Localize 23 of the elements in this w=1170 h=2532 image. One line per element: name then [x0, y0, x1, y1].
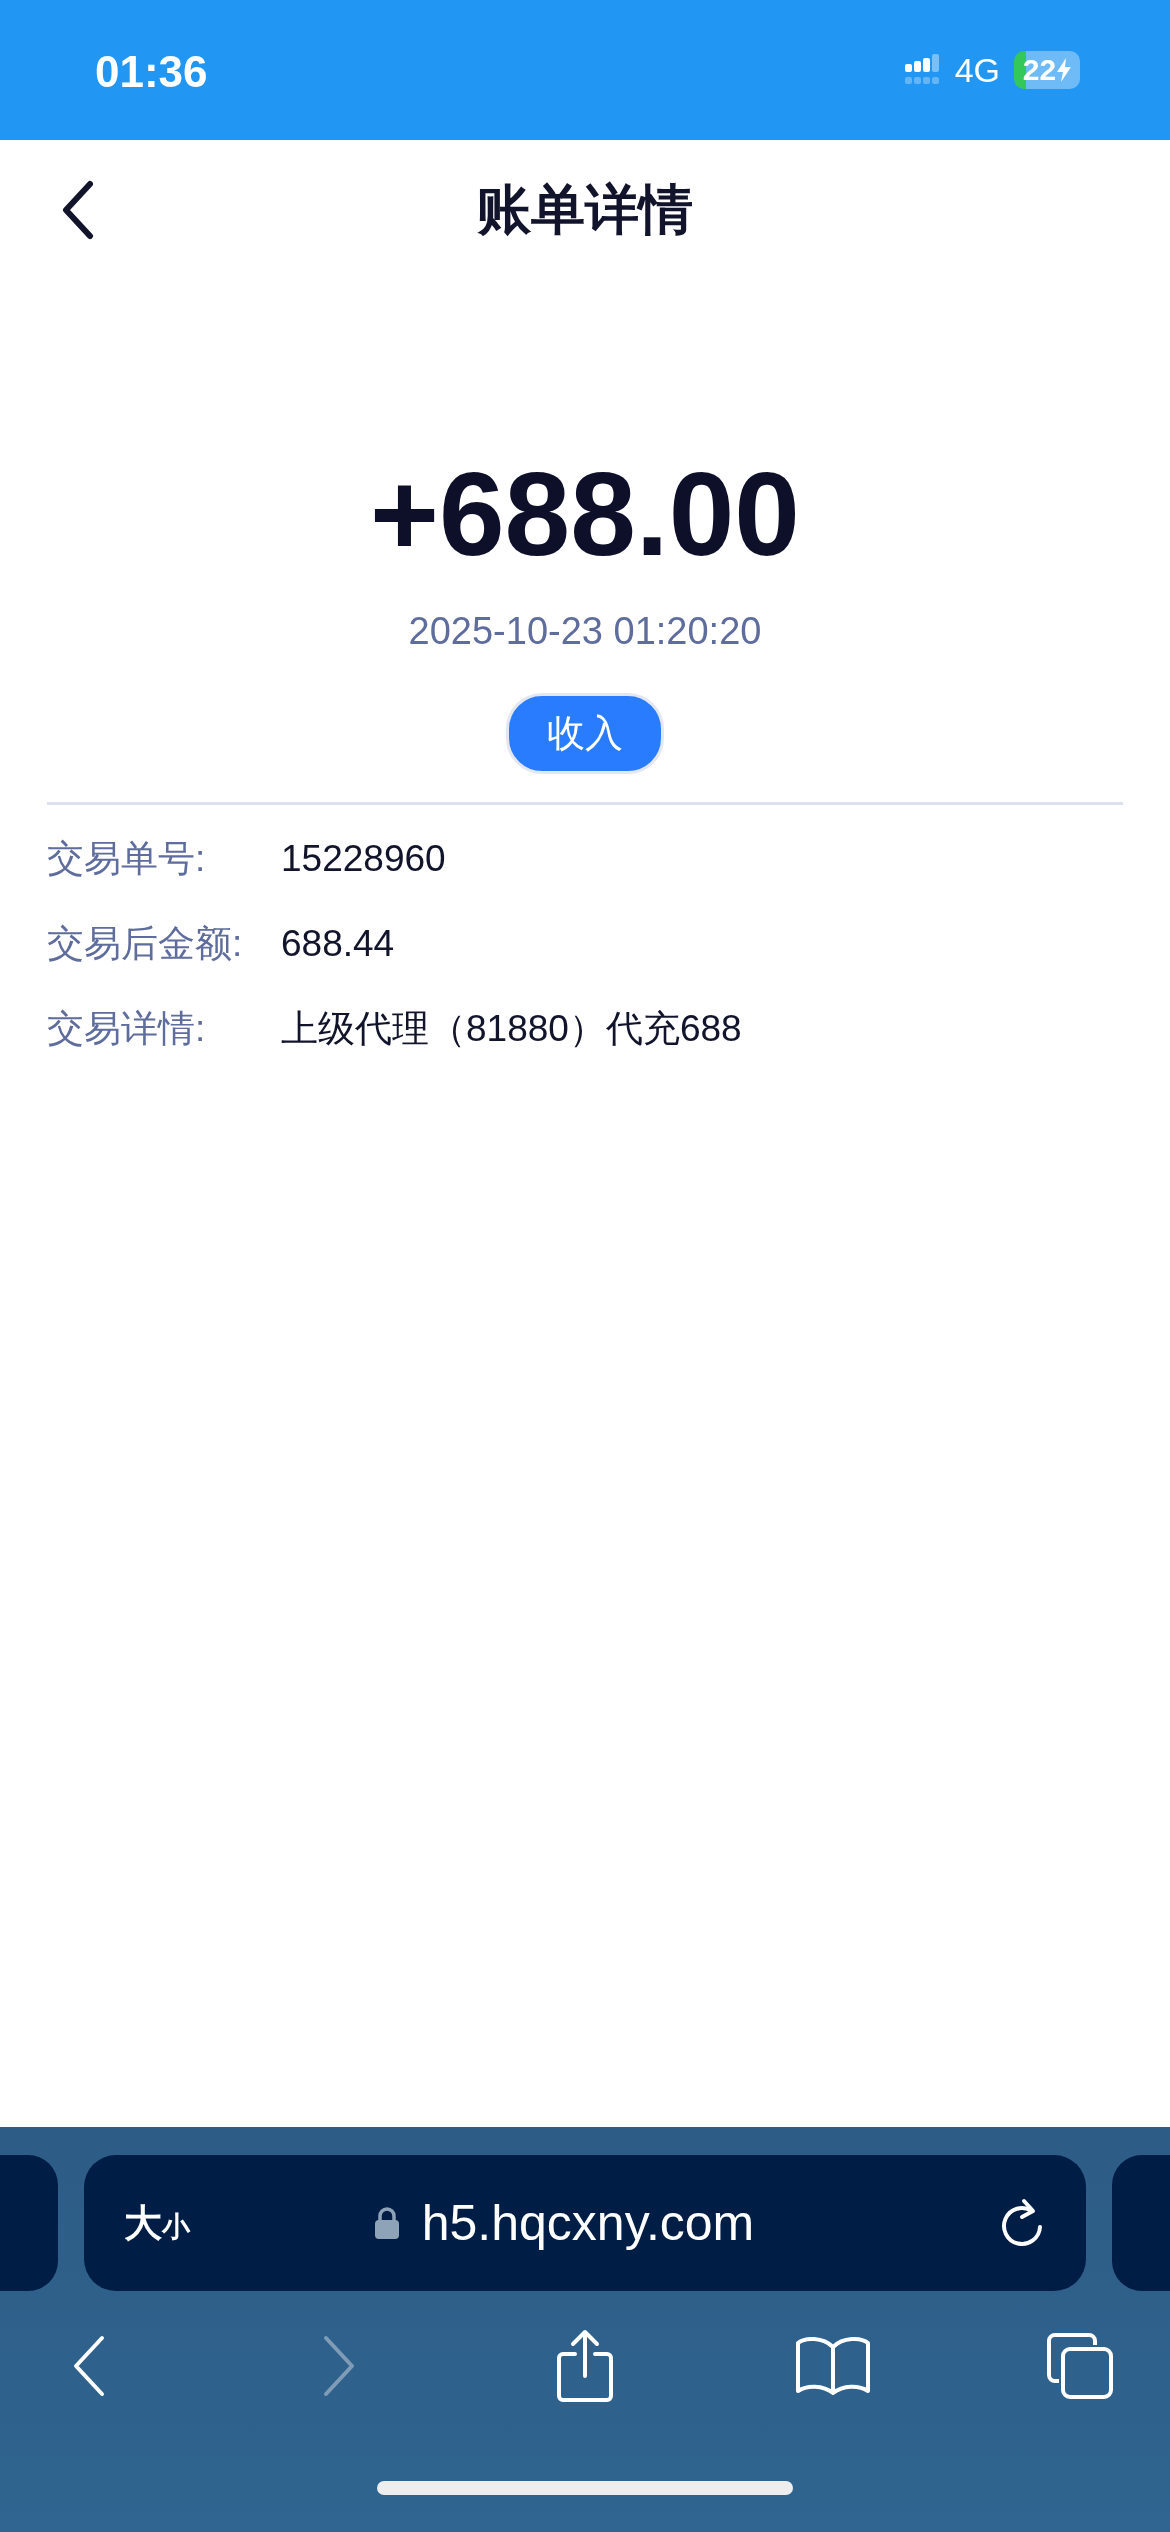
lock-icon [373, 2206, 400, 2240]
transaction-datetime: 2025-10-23 01:20:20 [408, 609, 762, 653]
amount: +688.00 [370, 450, 800, 580]
detail-label: 交易后金额: [47, 922, 244, 967]
detail-label: 交易单号: [47, 837, 207, 882]
detail-value: 上级代理（81880）代充688 [281, 1007, 742, 1052]
signal-icon [904, 54, 941, 86]
address-bar[interactable]: 大小 h5.hqcxny.com [84, 2155, 1086, 2291]
network-label: 4G [954, 50, 1000, 90]
charging-icon [1057, 58, 1072, 82]
page-title: 账单详情 [477, 177, 693, 241]
detail-value: 15228960 [281, 838, 446, 881]
adjacent-tab[interactable] [0, 2155, 58, 2291]
detail-value: 688.44 [281, 923, 395, 966]
tabs-icon[interactable] [1045, 2331, 1115, 2401]
share-icon[interactable] [555, 2328, 615, 2404]
detail-label: 交易详情: [47, 1007, 207, 1052]
text-size-button[interactable]: 大小 [124, 2197, 190, 2249]
url-text: h5.hqcxny.com [421, 2194, 755, 2252]
type-badge: 收入 [506, 692, 664, 774]
adjacent-tab[interactable] [1112, 2155, 1170, 2291]
status-time: 01:36 [95, 46, 208, 97]
book-icon[interactable] [794, 2335, 871, 2397]
